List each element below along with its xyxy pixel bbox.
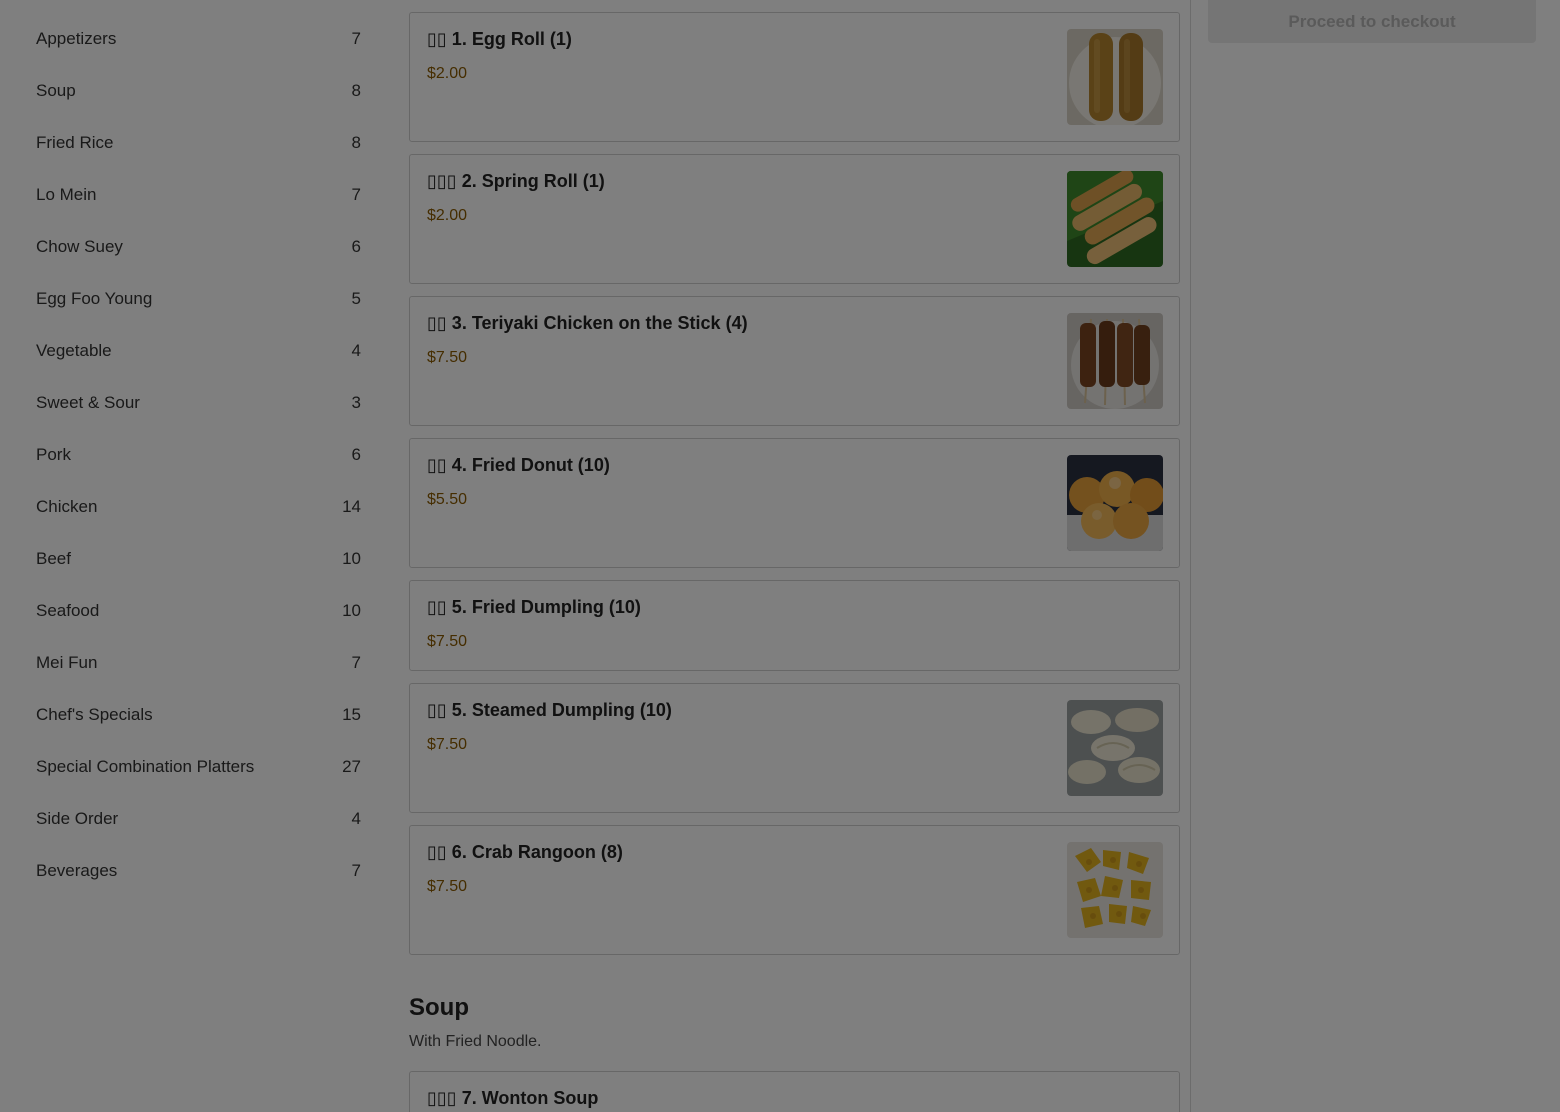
modal-backdrop-overlay[interactable] <box>0 0 1560 1112</box>
